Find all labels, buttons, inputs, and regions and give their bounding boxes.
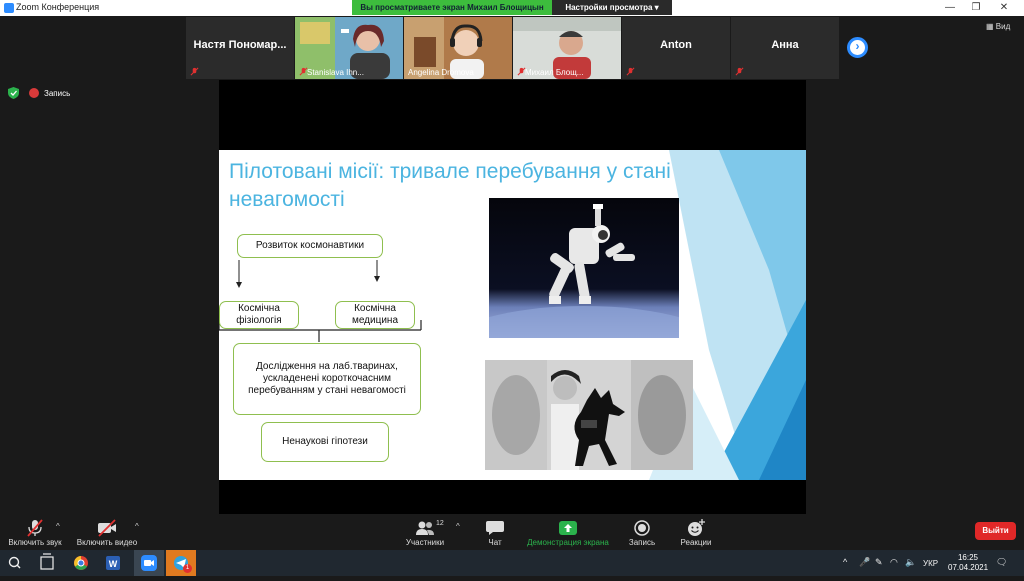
share-screen-button[interactable]: Демонстрация экрана	[524, 516, 612, 550]
record-label: Запись	[628, 538, 656, 547]
unmute-label: Включить звук	[8, 538, 62, 547]
input-language[interactable]: УКР	[923, 559, 938, 568]
word-icon: W	[106, 556, 120, 570]
participant-name: Настя Пономар...	[193, 39, 287, 51]
participant-name: Stanislava Ihn...	[307, 68, 364, 77]
system-clock[interactable]: 16:25 07.04.2021	[948, 553, 988, 573]
diagram-research-box: Дослідження на лаб.тваринах, ускладенені…	[233, 343, 421, 415]
next-page-button[interactable]: ›	[847, 37, 868, 58]
diagram-medicine-box: Космічна медицина	[335, 301, 415, 329]
view-button[interactable]: ▦ Вид	[986, 22, 1010, 31]
shared-screen: Пілотовані місії: тривале перебування у …	[219, 80, 806, 514]
telegram-unread-badge: 1	[183, 564, 192, 573]
dog-photo	[485, 360, 693, 470]
share-screen-icon	[559, 521, 577, 535]
muted-mic-icon	[190, 67, 199, 76]
leave-meeting-button[interactable]: Выйти	[975, 522, 1016, 540]
minimize-button[interactable]: —	[936, 0, 964, 16]
share-screen-label: Демонстрация экрана	[527, 538, 609, 547]
participant-tile[interactable]: Михаил Блощ...	[513, 17, 621, 79]
participant-tile[interactable]: Anton	[622, 17, 730, 79]
start-video-button[interactable]: Включить видео	[72, 516, 142, 550]
chat-label: Чат	[488, 538, 502, 547]
diagram-pseudoscience-box: Ненаукові гіпотези	[261, 422, 389, 462]
chevron-right-icon: ›	[855, 39, 860, 53]
record-icon	[634, 520, 650, 536]
participants-label: Участники	[405, 538, 445, 547]
telegram-icon	[166, 550, 196, 576]
presentation-slide: Пілотовані місії: тривале перебування у …	[219, 150, 806, 480]
chat-icon	[486, 521, 504, 535]
task-view-icon	[40, 553, 54, 570]
volume-icon[interactable]: 🔈	[905, 557, 916, 568]
notifications-icon[interactable]: 🗨	[996, 557, 1007, 568]
window-title: Zoom Конференция	[16, 2, 100, 12]
participants-options-caret[interactable]: ^	[456, 522, 460, 531]
wifi-icon[interactable]: ◠	[890, 557, 898, 568]
participant-name: Anton	[660, 39, 692, 51]
reactions-icon	[688, 519, 705, 536]
audio-options-caret[interactable]: ^	[56, 522, 60, 531]
chat-button[interactable]: Чат	[478, 516, 512, 550]
zoom-taskbar-button[interactable]	[134, 550, 164, 576]
participant-tile[interactable]: Настя Пономар...	[186, 17, 294, 79]
recording-icon	[29, 88, 39, 98]
diagram-root-box: Розвиток космонавтики	[237, 234, 383, 258]
video-options-caret[interactable]: ^	[135, 522, 139, 531]
recording-label: Запись	[44, 89, 71, 98]
astronaut-photo	[489, 198, 679, 338]
screen-share-banner: Вы просматриваете экран Михаил Блощицын …	[352, 0, 672, 15]
grid-icon: ▦	[986, 22, 994, 31]
participant-tile[interactable]: Stanislava Ihn...	[295, 17, 403, 79]
reactions-button[interactable]: Реакции	[676, 516, 716, 550]
windows-taskbar: W 1 ^ 🎤 ✎ ◠ 🔈 УКР 16:25 07.04.2021 🗨	[0, 550, 1024, 576]
tray-expand-icon[interactable]: ^	[843, 557, 847, 567]
clock-time: 16:25	[957, 553, 979, 562]
search-button[interactable]	[0, 550, 30, 576]
share-status-label: Вы просматриваете экран Михаил Блощицын	[352, 0, 552, 15]
clock-date: 07.04.2021	[948, 563, 989, 572]
task-view-button[interactable]	[32, 550, 62, 576]
view-options-dropdown[interactable]: Настройки просмотра ▾	[552, 0, 672, 15]
start-video-label: Включить видео	[76, 538, 138, 547]
participant-tile[interactable]: Анна	[731, 17, 839, 79]
record-button[interactable]: Запись	[624, 516, 660, 550]
microphone-tray-icon[interactable]: 🎤	[859, 557, 870, 568]
reactions-label: Реакции	[680, 538, 712, 547]
pen-tray-icon[interactable]: ✎	[875, 557, 883, 568]
participant-name: Михаил Блощ...	[525, 68, 584, 77]
security-shield-icon[interactable]	[8, 87, 19, 99]
maximize-button[interactable]: ❐	[962, 0, 990, 16]
muted-mic-icon	[735, 67, 744, 76]
participant-name: Анна	[771, 39, 799, 51]
chrome-taskbar-button[interactable]	[66, 550, 96, 576]
video-off-icon	[98, 519, 116, 537]
participants-count: 12	[436, 520, 444, 527]
participant-name: Angelina Dromova	[408, 68, 474, 77]
zoom-app-icon	[4, 3, 14, 13]
zoom-icon	[141, 555, 157, 571]
muted-mic-icon	[27, 519, 43, 537]
participants-icon	[416, 521, 434, 535]
muted-mic-icon	[626, 67, 635, 76]
close-button[interactable]: ✕	[990, 0, 1018, 16]
diagram-physiology-box: Космічна фізіологія	[219, 301, 299, 329]
telegram-taskbar-button[interactable]: 1	[166, 550, 196, 576]
chrome-icon	[74, 556, 88, 570]
participant-tile[interactable]: Angelina Dromova	[404, 17, 512, 79]
search-icon	[8, 556, 21, 569]
view-button-label: Вид	[995, 22, 1011, 31]
word-taskbar-button[interactable]: W	[98, 550, 128, 576]
meeting-toolbar: Включить звук ^ Включить видео ^ Участни…	[0, 516, 1024, 550]
svg-text:W: W	[109, 559, 118, 569]
